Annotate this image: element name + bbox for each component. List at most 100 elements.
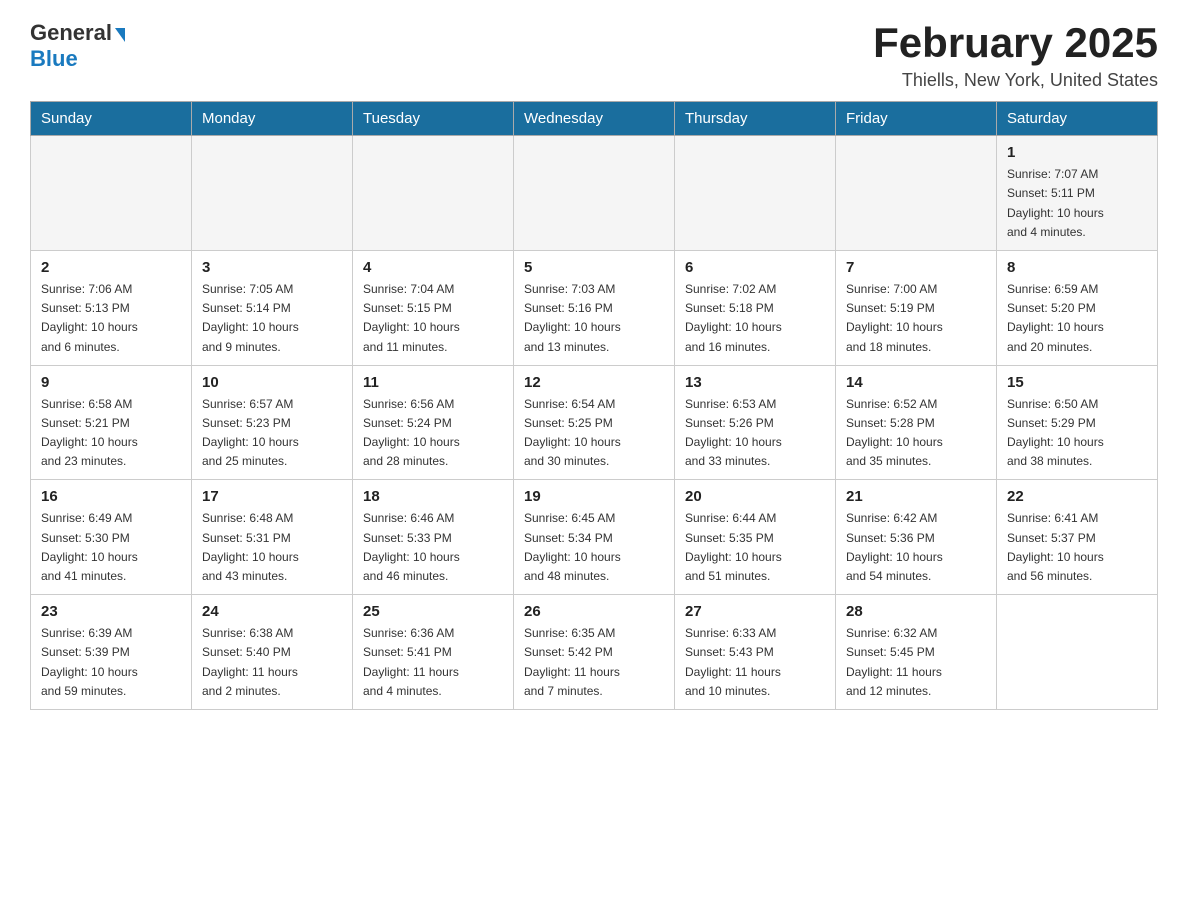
calendar-cell	[192, 136, 353, 251]
day-info: Sunrise: 6:38 AMSunset: 5:40 PMDaylight:…	[202, 624, 342, 701]
day-info: Sunrise: 6:36 AMSunset: 5:41 PMDaylight:…	[363, 624, 503, 701]
calendar-cell: 9 Sunrise: 6:58 AMSunset: 5:21 PMDaylight…	[31, 365, 192, 480]
day-number: 5	[524, 259, 664, 276]
day-info: Sunrise: 6:32 AMSunset: 5:45 PMDaylight:…	[846, 624, 986, 701]
day-info: Sunrise: 6:42 AMSunset: 5:36 PMDaylight:…	[846, 509, 986, 586]
logo-line1: General	[30, 20, 125, 46]
day-number: 16	[41, 488, 181, 505]
calendar-cell: 2Sunrise: 7:06 AMSunset: 5:13 PMDaylight…	[31, 250, 192, 365]
calendar-cell: 6 Sunrise: 7:02 AMSunset: 5:18 PMDaylight…	[675, 250, 836, 365]
calendar-cell: 26 Sunrise: 6:35 AMSunset: 5:42 PMDayligh…	[514, 595, 675, 710]
day-info: Sunrise: 6:56 AMSunset: 5:24 PMDaylight:…	[363, 395, 503, 472]
weekday-header-friday: Friday	[836, 102, 997, 136]
day-info: Sunrise: 6:48 AMSunset: 5:31 PMDaylight:…	[202, 509, 342, 586]
calendar-cell: 5 Sunrise: 7:03 AMSunset: 5:16 PMDaylight…	[514, 250, 675, 365]
calendar-cell: 4 Sunrise: 7:04 AMSunset: 5:15 PMDaylight…	[353, 250, 514, 365]
calendar-cell: 7Sunrise: 7:00 AMSunset: 5:19 PMDaylight…	[836, 250, 997, 365]
day-number: 19	[524, 488, 664, 505]
day-info: Sunrise: 6:44 AMSunset: 5:35 PMDaylight:…	[685, 509, 825, 586]
calendar-cell: 20 Sunrise: 6:44 AMSunset: 5:35 PMDayligh…	[675, 480, 836, 595]
day-number: 8	[1007, 259, 1147, 276]
day-number: 25	[363, 603, 503, 620]
weekday-header-wednesday: Wednesday	[514, 102, 675, 136]
week-row-3: 9 Sunrise: 6:58 AMSunset: 5:21 PMDaylight…	[31, 365, 1158, 480]
day-number: 7	[846, 259, 986, 276]
calendar-cell	[353, 136, 514, 251]
day-info: Sunrise: 6:49 AMSunset: 5:30 PMDaylight:…	[41, 509, 181, 586]
day-number: 14	[846, 374, 986, 391]
day-info: Sunrise: 6:33 AMSunset: 5:43 PMDaylight:…	[685, 624, 825, 701]
day-info: Sunrise: 6:53 AMSunset: 5:26 PMDaylight:…	[685, 395, 825, 472]
day-info: Sunrise: 6:50 AMSunset: 5:29 PMDaylight:…	[1007, 395, 1147, 472]
weekday-header-thursday: Thursday	[675, 102, 836, 136]
day-number: 17	[202, 488, 342, 505]
calendar-cell: 1 Sunrise: 7:07 AMSunset: 5:11 PMDaylight…	[997, 136, 1158, 251]
day-info: Sunrise: 6:35 AMSunset: 5:42 PMDaylight:…	[524, 624, 664, 701]
calendar-cell: 14 Sunrise: 6:52 AMSunset: 5:28 PMDayligh…	[836, 365, 997, 480]
calendar-cell	[31, 136, 192, 251]
calendar-cell: 21Sunrise: 6:42 AMSunset: 5:36 PMDayligh…	[836, 480, 997, 595]
day-info: Sunrise: 6:57 AMSunset: 5:23 PMDaylight:…	[202, 395, 342, 472]
day-info: Sunrise: 7:06 AMSunset: 5:13 PMDaylight:…	[41, 280, 181, 357]
calendar-cell: 19 Sunrise: 6:45 AMSunset: 5:34 PMDayligh…	[514, 480, 675, 595]
day-info: Sunrise: 6:39 AMSunset: 5:39 PMDaylight:…	[41, 624, 181, 701]
day-number: 28	[846, 603, 986, 620]
logo-general-text: General	[30, 20, 112, 46]
day-info: Sunrise: 7:05 AMSunset: 5:14 PMDaylight:…	[202, 280, 342, 357]
calendar-cell: 11 Sunrise: 6:56 AMSunset: 5:24 PMDayligh…	[353, 365, 514, 480]
day-number: 24	[202, 603, 342, 620]
calendar-cell: 28 Sunrise: 6:32 AMSunset: 5:45 PMDayligh…	[836, 595, 997, 710]
day-info: Sunrise: 6:52 AMSunset: 5:28 PMDaylight:…	[846, 395, 986, 472]
day-number: 13	[685, 374, 825, 391]
day-number: 12	[524, 374, 664, 391]
calendar-cell: 18Sunrise: 6:46 AMSunset: 5:33 PMDayligh…	[353, 480, 514, 595]
location-text: Thiells, New York, United States	[873, 70, 1158, 91]
day-info: Sunrise: 7:03 AMSunset: 5:16 PMDaylight:…	[524, 280, 664, 357]
day-info: Sunrise: 6:59 AMSunset: 5:20 PMDaylight:…	[1007, 280, 1147, 357]
calendar-cell: 17 Sunrise: 6:48 AMSunset: 5:31 PMDayligh…	[192, 480, 353, 595]
calendar-cell: 3 Sunrise: 7:05 AMSunset: 5:14 PMDaylight…	[192, 250, 353, 365]
week-row-5: 23Sunrise: 6:39 AMSunset: 5:39 PMDayligh…	[31, 595, 1158, 710]
day-number: 20	[685, 488, 825, 505]
calendar-cell: 23Sunrise: 6:39 AMSunset: 5:39 PMDayligh…	[31, 595, 192, 710]
day-number: 11	[363, 374, 503, 391]
day-number: 10	[202, 374, 342, 391]
day-number: 9	[41, 374, 181, 391]
month-title: February 2025	[873, 20, 1158, 66]
calendar-cell: 10 Sunrise: 6:57 AMSunset: 5:23 PMDayligh…	[192, 365, 353, 480]
logo-blue-text: Blue	[30, 46, 78, 72]
logo-arrow-icon	[115, 28, 125, 42]
day-info: Sunrise: 6:58 AMSunset: 5:21 PMDaylight:…	[41, 395, 181, 472]
page-header: General Blue February 2025 Thiells, New …	[30, 20, 1158, 91]
day-info: Sunrise: 7:02 AMSunset: 5:18 PMDaylight:…	[685, 280, 825, 357]
week-row-4: 16 Sunrise: 6:49 AMSunset: 5:30 PMDayligh…	[31, 480, 1158, 595]
day-number: 15	[1007, 374, 1147, 391]
day-number: 6	[685, 259, 825, 276]
day-info: Sunrise: 7:07 AMSunset: 5:11 PMDaylight:…	[1007, 165, 1147, 242]
day-info: Sunrise: 6:54 AMSunset: 5:25 PMDaylight:…	[524, 395, 664, 472]
calendar-table: SundayMondayTuesdayWednesdayThursdayFrid…	[30, 101, 1158, 710]
day-number: 1	[1007, 144, 1147, 161]
logo: General Blue	[30, 20, 125, 72]
day-number: 27	[685, 603, 825, 620]
day-number: 22	[1007, 488, 1147, 505]
day-number: 26	[524, 603, 664, 620]
weekday-header-monday: Monday	[192, 102, 353, 136]
day-number: 18	[363, 488, 503, 505]
day-number: 4	[363, 259, 503, 276]
calendar-cell: 13 Sunrise: 6:53 AMSunset: 5:26 PMDayligh…	[675, 365, 836, 480]
calendar-cell	[997, 595, 1158, 710]
day-info: Sunrise: 6:45 AMSunset: 5:34 PMDaylight:…	[524, 509, 664, 586]
week-row-2: 2Sunrise: 7:06 AMSunset: 5:13 PMDaylight…	[31, 250, 1158, 365]
calendar-cell	[514, 136, 675, 251]
calendar-cell: 15 Sunrise: 6:50 AMSunset: 5:29 PMDayligh…	[997, 365, 1158, 480]
calendar-cell: 22Sunrise: 6:41 AMSunset: 5:37 PMDayligh…	[997, 480, 1158, 595]
title-section: February 2025 Thiells, New York, United …	[873, 20, 1158, 91]
calendar-cell: 12 Sunrise: 6:54 AMSunset: 5:25 PMDayligh…	[514, 365, 675, 480]
calendar-cell	[675, 136, 836, 251]
weekday-header-saturday: Saturday	[997, 102, 1158, 136]
calendar-cell: 8 Sunrise: 6:59 AMSunset: 5:20 PMDaylight…	[997, 250, 1158, 365]
day-info: Sunrise: 7:04 AMSunset: 5:15 PMDaylight:…	[363, 280, 503, 357]
day-number: 3	[202, 259, 342, 276]
calendar-cell: 27 Sunrise: 6:33 AMSunset: 5:43 PMDayligh…	[675, 595, 836, 710]
